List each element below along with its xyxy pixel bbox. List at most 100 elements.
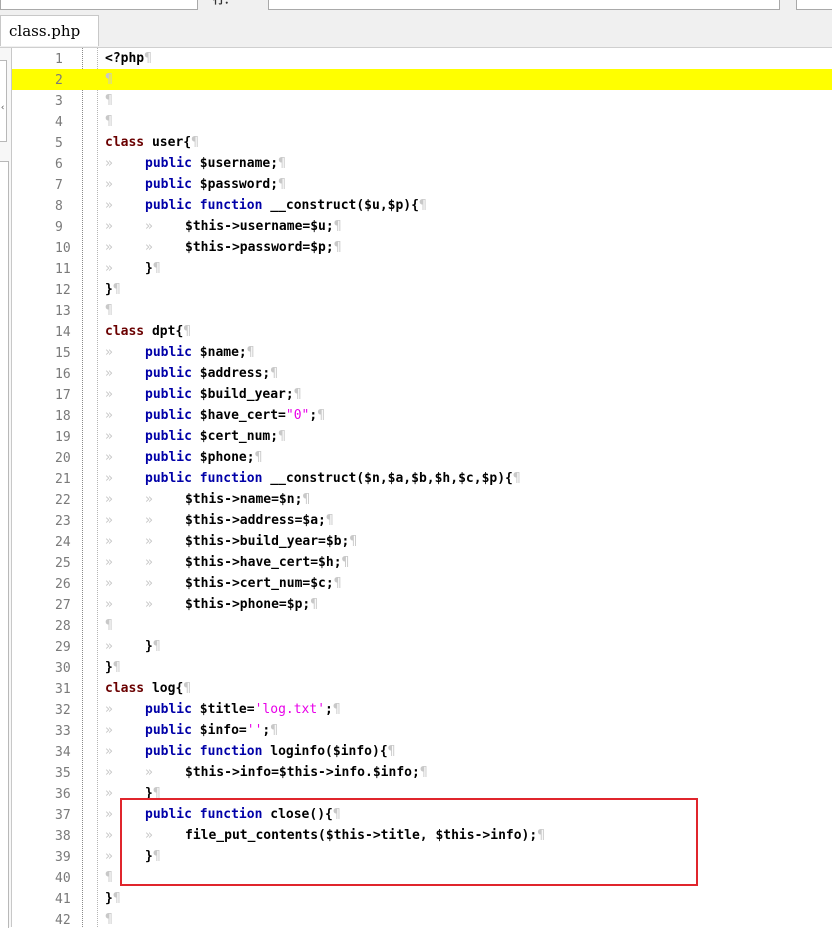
code-line: 17 » public $build_year;¶ [12, 384, 832, 405]
code-line: 27 » » $this->phone=$p;¶ [12, 594, 832, 615]
code-token: $this->phone=$p; [185, 597, 311, 612]
code-token: $password; [191, 177, 279, 192]
tab-marker: » [145, 765, 153, 780]
eol-marker: ¶ [419, 765, 428, 780]
code-text: » public function loginfo($info){¶ [105, 741, 395, 762]
code-text: » » $this->address=$a;¶ [105, 510, 334, 531]
code-token: $this->have_cert=$h; [185, 555, 342, 570]
eol-marker: ¶ [254, 450, 263, 465]
code-text: » » $this->name=$n;¶ [105, 489, 310, 510]
line-number: 20 [55, 451, 71, 466]
code-text: » » $this->password=$p;¶ [105, 237, 342, 258]
code-line: 32 » public $title='log.txt';¶ [12, 699, 832, 720]
eol-marker: ¶ [105, 93, 113, 108]
line-number: 18 [55, 409, 71, 424]
tab-marker: » [105, 177, 113, 192]
eol-marker: ¶ [183, 681, 192, 696]
toolbar-button[interactable] [796, 0, 832, 10]
code-token: public [145, 345, 192, 360]
code-token: public [145, 450, 192, 465]
code-token: public [145, 429, 192, 444]
code-token: public [145, 471, 192, 486]
eol-marker: ¶ [105, 72, 113, 87]
line-number: 35 [55, 766, 71, 781]
code-line: 19 » public $cert_num;¶ [12, 426, 832, 447]
code-token: $have_cert= [191, 408, 286, 423]
line-number: 4 [55, 115, 63, 130]
line-number: 38 [55, 829, 71, 844]
code-text: }¶ [105, 657, 121, 678]
tab-marker: » [105, 345, 113, 360]
eol-marker: ¶ [105, 114, 113, 129]
code-line: 20 » public $phone;¶ [12, 447, 832, 468]
tab-marker: » [105, 513, 113, 528]
code-line: 9 » » $this->username=$u;¶ [12, 216, 832, 237]
line-number: 1 [55, 52, 63, 67]
code-line: 2 ¶ [12, 69, 832, 90]
line-number: 41 [55, 892, 71, 907]
side-panel-toggle[interactable] [0, 60, 7, 142]
code-line: 1 <?php¶ [12, 48, 832, 69]
code-line: 5 class user{¶ [12, 132, 832, 153]
code-token: $this->build_year=$b; [185, 534, 350, 549]
eol-marker: ¶ [191, 135, 199, 150]
code-token: function [199, 744, 263, 759]
code-token: __construct($u,$p){ [262, 198, 419, 213]
code-token: } [145, 639, 153, 654]
code-token: public [145, 198, 192, 213]
code-line: 14 class dpt{¶ [12, 321, 832, 342]
eol-marker: ¶ [333, 219, 342, 234]
tab-marker: » [105, 534, 113, 549]
annotation-box [120, 798, 698, 886]
line-number: 7 [55, 178, 63, 193]
code-text: » public function __construct($n,$a,$b,$h… [105, 468, 521, 489]
eol-marker: ¶ [105, 870, 113, 885]
line-number: 2 [55, 73, 63, 88]
eol-marker: ¶ [112, 660, 121, 675]
line-number: 28 [55, 619, 71, 634]
code-token: '' [246, 723, 263, 738]
eol-marker: ¶ [325, 513, 334, 528]
code-text: » public $build_year;¶ [105, 384, 302, 405]
code-text: » » $this->cert_num=$c;¶ [105, 573, 342, 594]
eol-marker: ¶ [418, 198, 427, 213]
line-number: 25 [55, 556, 71, 571]
eol-marker: ¶ [152, 639, 161, 654]
tab-marker: » [105, 555, 113, 570]
code-token: } [145, 261, 153, 276]
code-line: 12}¶ [12, 279, 832, 300]
tab-marker: » [105, 471, 113, 486]
code-token: class [105, 681, 145, 696]
tab-class-php[interactable]: class.php [0, 15, 99, 46]
code-line: 18» public $have_cert="0";¶ [12, 405, 832, 426]
eol-marker: ¶ [349, 534, 358, 549]
line-number: 40 [55, 871, 71, 886]
tab-label: class.php [9, 22, 81, 40]
line-number: 23 [55, 514, 71, 529]
eol-marker: ¶ [112, 891, 121, 906]
code-line: 28 ¶ [12, 615, 832, 636]
code-text: » public $username;¶ [105, 153, 286, 174]
code-line: 4 ¶ [12, 111, 832, 132]
code-token: function [199, 198, 263, 213]
code-token: public [145, 156, 192, 171]
line-number: 15 [55, 346, 71, 361]
eol-marker: ¶ [333, 240, 342, 255]
line-field[interactable] [268, 0, 780, 10]
tab-marker: » [105, 639, 113, 654]
line-number: 22 [55, 493, 71, 508]
code-line: 11 »}¶ [12, 258, 832, 279]
search-field[interactable] [0, 0, 198, 10]
code-text: » public $phone;¶ [105, 447, 262, 468]
eol-marker: ¶ [152, 261, 161, 276]
line-number: 31 [55, 682, 71, 697]
code-token: $build_year; [191, 387, 294, 402]
line-number: 6 [55, 157, 63, 172]
eol-marker: ¶ [270, 366, 279, 381]
eol-marker: ¶ [512, 471, 521, 486]
line-number: 27 [55, 598, 71, 613]
code-text: ¶ [105, 867, 113, 888]
code-editor[interactable]: 1 <?php¶ 2 ¶ 3 ¶ 4 ¶ 5 class user{¶ 6» public $user… [12, 48, 832, 928]
